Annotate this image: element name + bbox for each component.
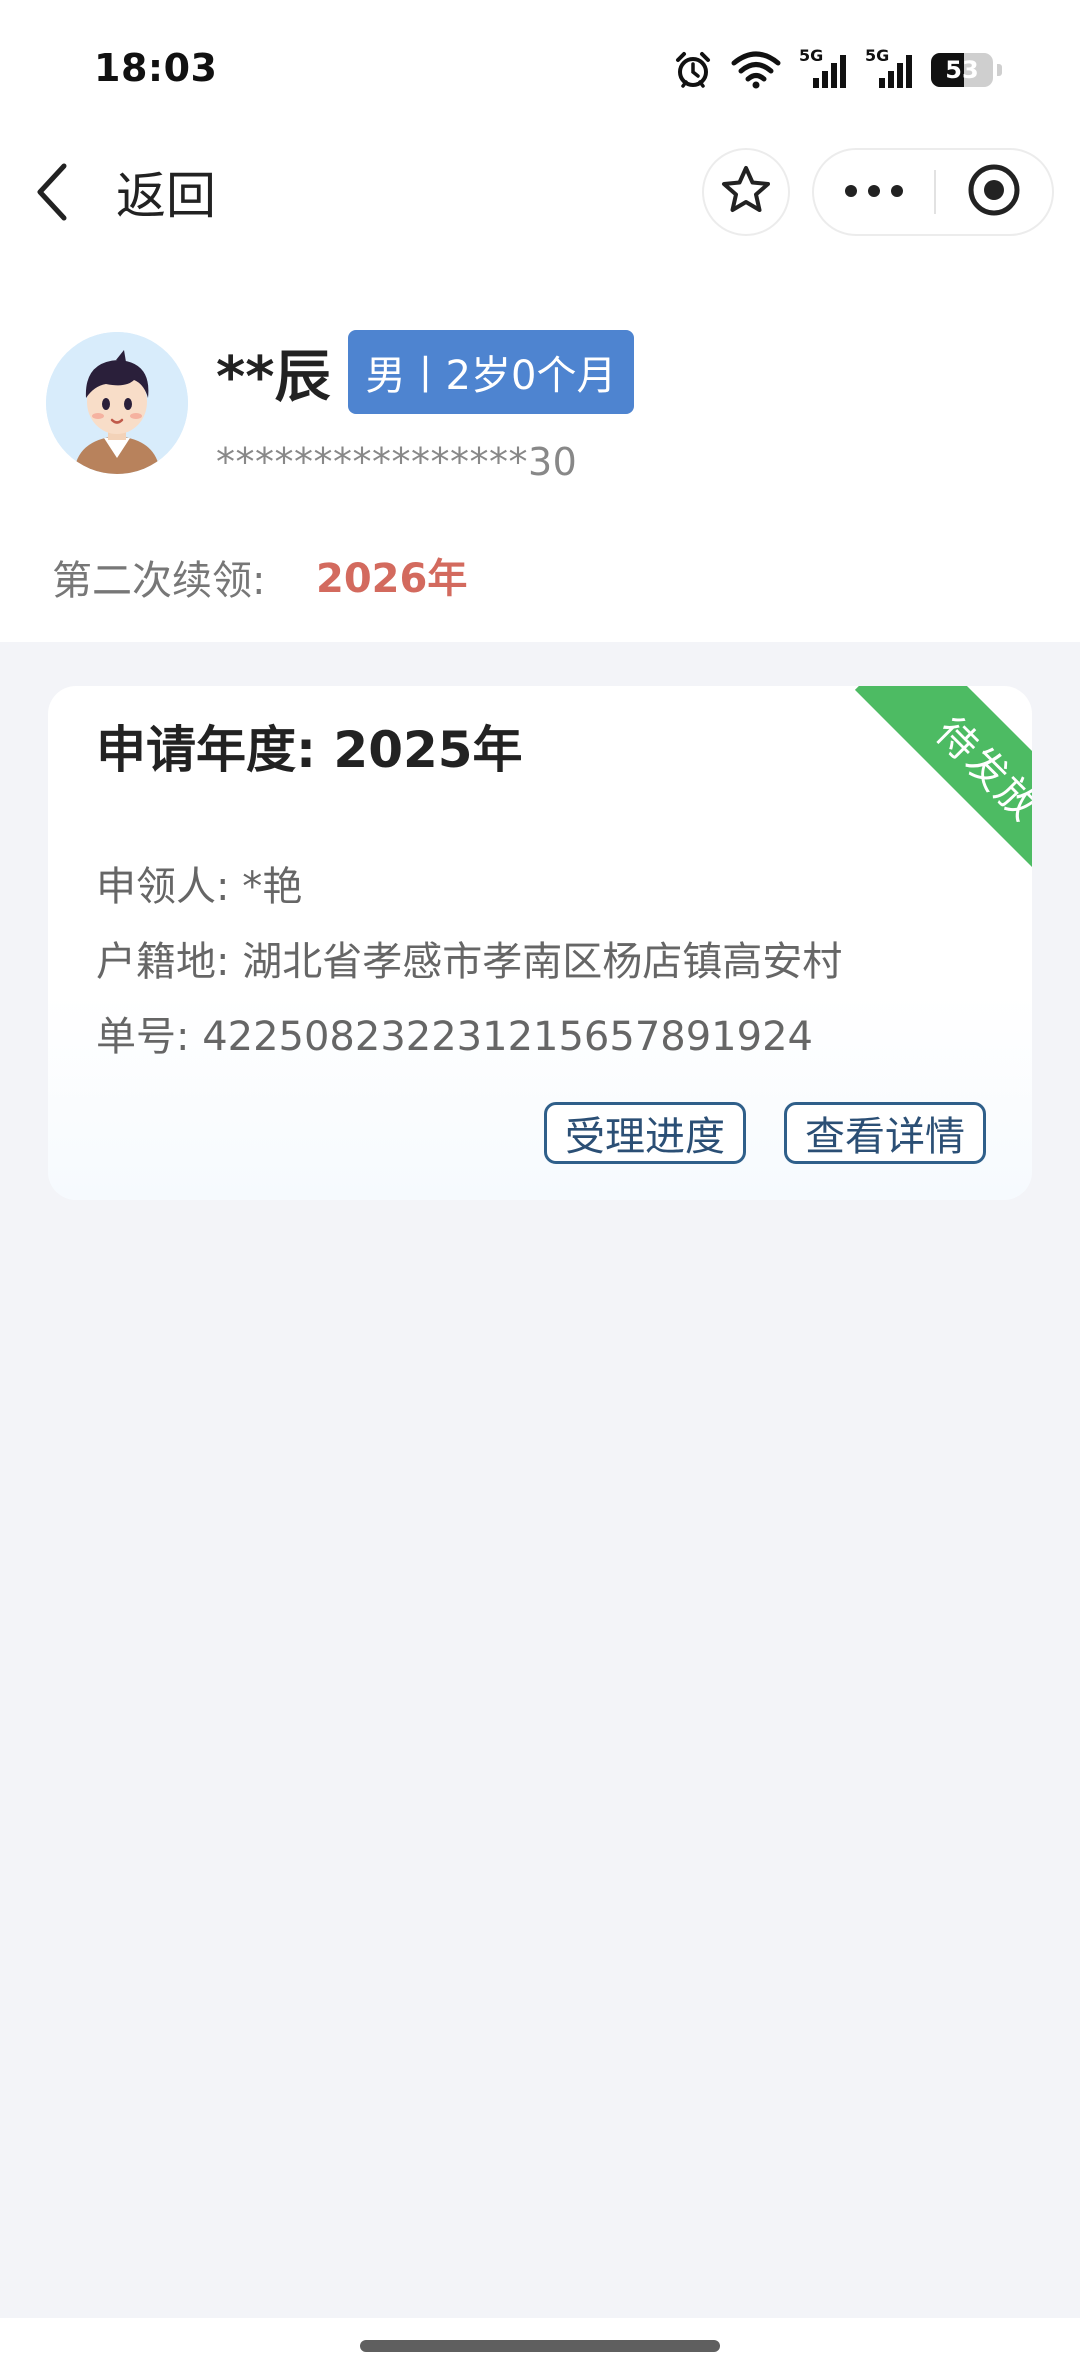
header-area: [0, 0, 1080, 642]
progress-button[interactable]: 受理进度: [544, 1102, 746, 1164]
more-icon: [844, 183, 904, 202]
gender-age-badge: 男丨2岁0个月: [348, 330, 634, 414]
avatar: [46, 332, 188, 474]
status-badge: 待发放: [854, 686, 1032, 896]
close-mini-program-button[interactable]: [936, 150, 1052, 234]
application-card: 待发放 申请年度: 2025年 申领人: *艳 户籍地: 湖北省孝感市孝南区杨店…: [48, 686, 1032, 1200]
child-name: **辰: [216, 345, 331, 410]
battery-icon: 53: [931, 53, 993, 87]
id-number: ****************30: [216, 440, 578, 484]
back-button[interactable]: 返回: [34, 158, 216, 226]
status-ribbon: 待发放: [822, 686, 1032, 896]
home-indicator[interactable]: [360, 2340, 720, 2352]
battery-level: 53: [945, 56, 979, 84]
signal-5g-icon: 5G: [865, 46, 913, 90]
signal-5g-icon: 5G: [799, 46, 847, 90]
application-year: 申请年度: 2025年: [96, 721, 523, 779]
more-button[interactable]: [814, 150, 934, 234]
status-time: 18:03: [94, 46, 218, 90]
favorite-button[interactable]: [702, 148, 790, 236]
back-label: 返回: [116, 167, 216, 225]
chevron-left-icon: [34, 158, 70, 226]
order-number: 单号: 422508232231215657891924: [96, 1014, 813, 1060]
status-icons: 5G 5G 53: [673, 46, 1002, 92]
view-details-button[interactable]: 查看详情: [784, 1102, 986, 1164]
renew-label: 第二次续领:: [52, 558, 266, 604]
star-icon: [720, 164, 772, 220]
wifi-icon: [731, 51, 781, 89]
child-avatar-icon: [46, 332, 188, 474]
mini-program-capsule: [812, 148, 1054, 236]
residence: 户籍地: 湖北省孝感市孝南区杨店镇高安村: [96, 939, 843, 985]
battery-tip: [997, 64, 1002, 76]
target-icon: [966, 162, 1022, 222]
applicant: 申领人: *艳: [96, 864, 303, 910]
renew-year: 2026年: [316, 556, 468, 602]
alarm-icon: [673, 50, 713, 90]
